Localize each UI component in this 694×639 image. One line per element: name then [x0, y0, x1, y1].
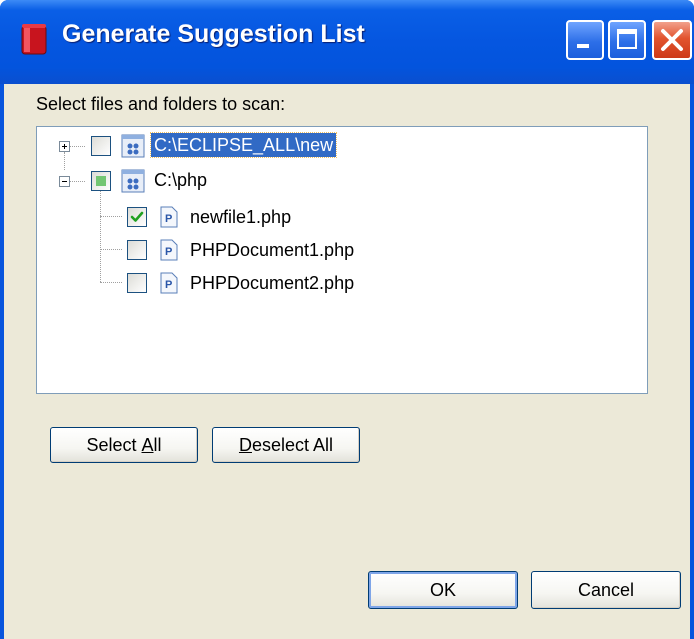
node-checkbox[interactable] [127, 273, 147, 293]
tree-node-eclipse-all-new[interactable]: C:\ECLIPSE_ALL\new [37, 131, 377, 161]
button-label: OK [429, 580, 456, 600]
php-file-icon: P [159, 206, 179, 233]
button-label: eselect All [251, 435, 334, 455]
project-folder-icon [121, 169, 145, 198]
node-label[interactable]: newfile1.php [187, 205, 294, 229]
svg-text:P: P [165, 279, 172, 291]
cancel-button[interactable]: Cancel [531, 571, 681, 609]
project-folder-icon [121, 134, 145, 163]
mnemonic-letter: D [238, 435, 252, 455]
dialog-window: Generate Suggestion List Select files an… [0, 0, 694, 639]
node-label[interactable]: C:\php [151, 168, 210, 192]
tree-node-phpdocument1[interactable]: P PHPDocument1.php [37, 234, 417, 264]
button-label: Cancel [577, 580, 635, 600]
mnemonic-letter: A [141, 435, 154, 455]
node-label[interactable]: PHPDocument2.php [187, 271, 357, 295]
node-checkbox[interactable] [91, 136, 111, 156]
button-label: ll [153, 435, 162, 455]
app-icon [20, 22, 50, 58]
instruction-label: Select files and folders to scan: [36, 94, 286, 114]
node-checkbox-checked[interactable] [127, 207, 147, 227]
tree-node-php[interactable]: C:\php [37, 165, 377, 195]
window-title: Generate Suggestion List [62, 20, 365, 48]
title-bar[interactable]: Generate Suggestion List [0, 0, 694, 84]
node-checkbox[interactable] [127, 240, 147, 260]
tree-node-phpdocument2[interactable]: P PHPDocument2.php [37, 267, 417, 297]
button-label: Select [86, 435, 142, 455]
node-label[interactable]: C:\ECLIPSE_ALL\new [149, 132, 338, 158]
close-icon [661, 29, 683, 51]
select-all-button[interactable]: Select All [50, 427, 198, 463]
expand-toggle[interactable] [59, 141, 70, 152]
minimize-icon [577, 44, 589, 48]
php-file-icon: P [159, 239, 179, 266]
maximize-icon [617, 29, 637, 49]
collapse-toggle[interactable] [59, 176, 70, 187]
close-button[interactable] [652, 20, 692, 60]
node-checkbox-partial[interactable] [91, 171, 111, 191]
php-file-icon: P [159, 272, 179, 299]
minus-icon [62, 181, 67, 182]
node-label[interactable]: PHPDocument1.php [187, 238, 357, 262]
tree-node-newfile1[interactable]: P newfile1.php [37, 201, 377, 231]
minimize-button[interactable] [566, 20, 604, 60]
svg-text:P: P [165, 246, 172, 258]
ok-button[interactable]: OK [368, 571, 518, 609]
plus-icon [62, 144, 67, 149]
partial-check-icon [96, 176, 106, 186]
svg-text:P: P [165, 213, 172, 225]
file-tree[interactable]: C:\ECLIPSE_ALL\new C:\php P newfile1.php… [36, 126, 648, 394]
deselect-all-button[interactable]: Deselect All [212, 427, 360, 463]
maximize-button[interactable] [608, 20, 646, 60]
checkmark-icon [130, 211, 144, 222]
dialog-body: Select files and folders to scan: C:\ECL… [4, 84, 690, 639]
